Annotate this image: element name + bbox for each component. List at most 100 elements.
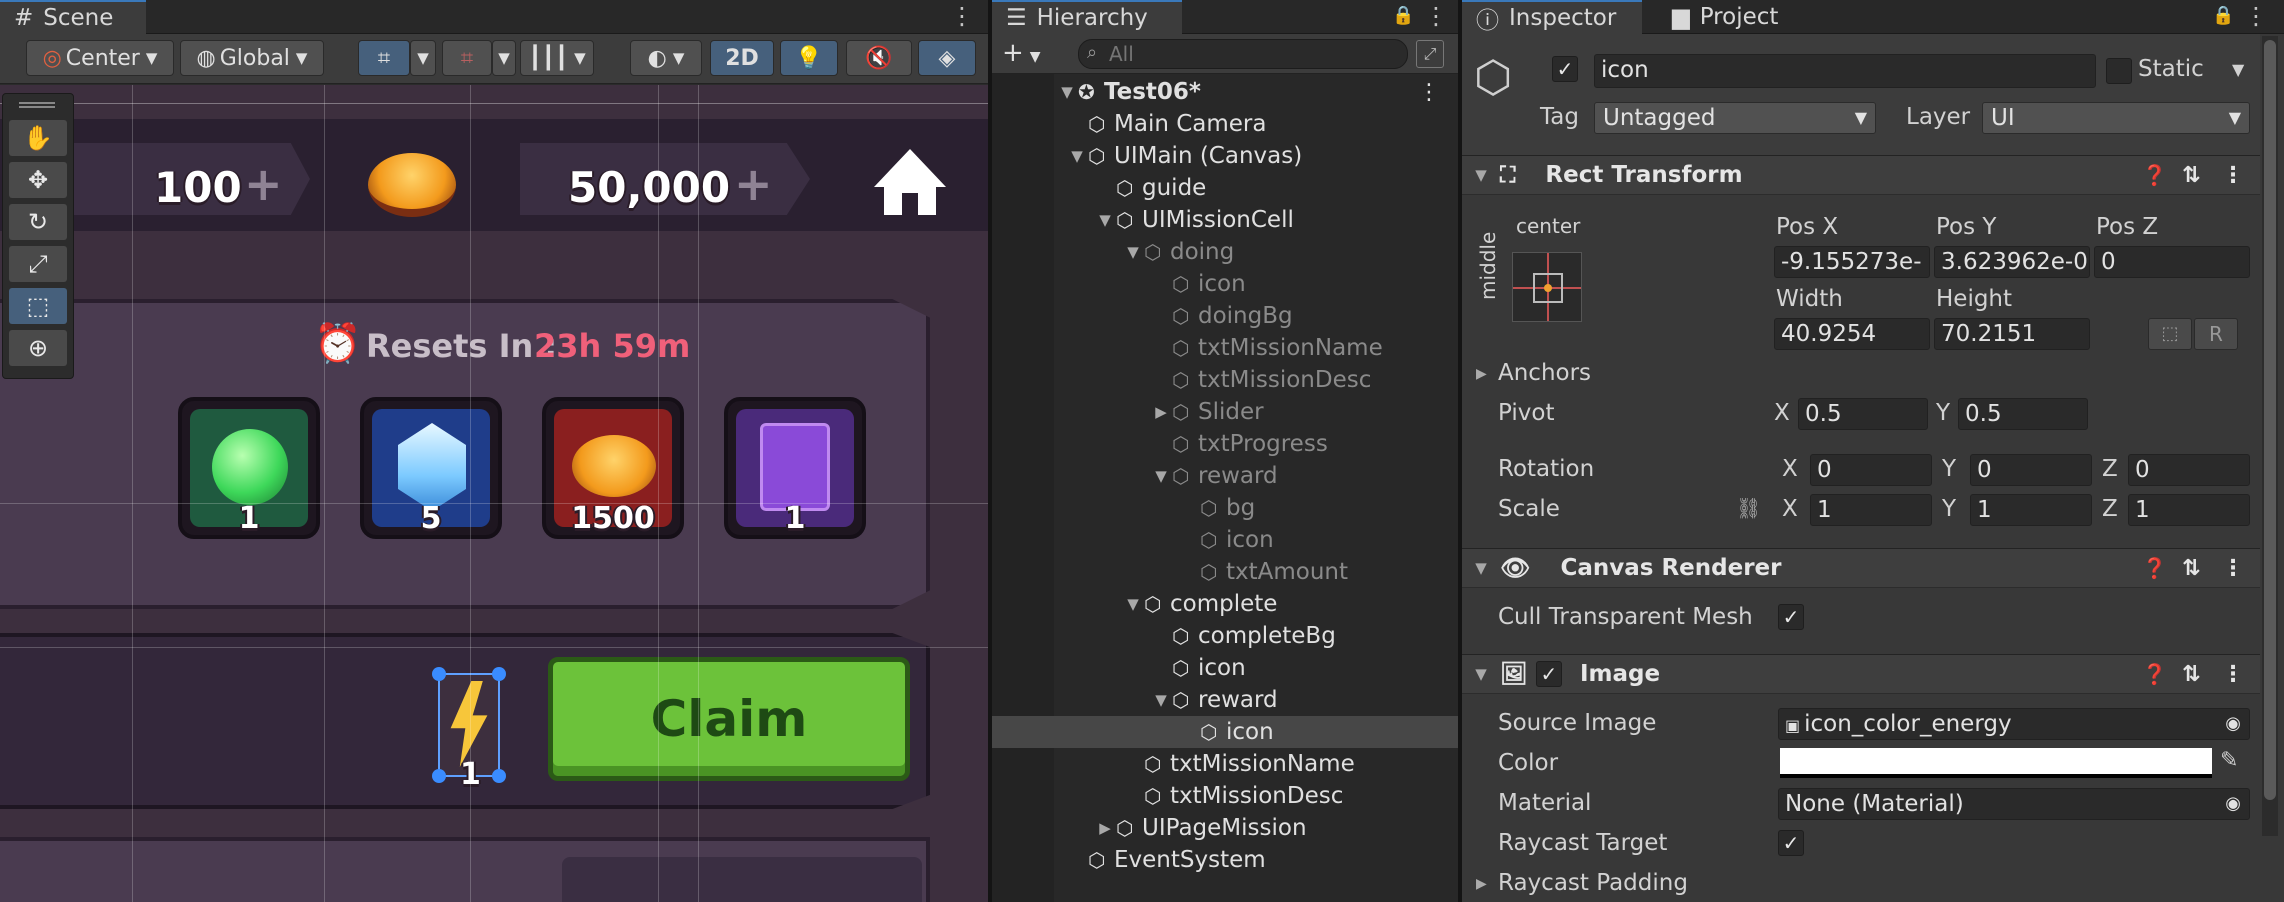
hierarchy-item[interactable]: ⬡ txtMissionName: [992, 332, 1458, 364]
hierarchy-item[interactable]: ⬡ Main Camera: [992, 108, 1458, 140]
inspector-scrollbar[interactable]: [2262, 36, 2278, 836]
hand-tool-button[interactable]: ✋: [9, 120, 67, 156]
grid-snap-dropdown[interactable]: ▼: [410, 40, 436, 76]
effects-toggle-button[interactable]: ◈: [918, 40, 976, 76]
ruler-button[interactable]: ┃┃┃ ▼: [520, 40, 594, 76]
hierarchy-item[interactable]: ⬡ txtMissionDesc: [992, 780, 1458, 812]
selection-handle-bl[interactable]: [432, 769, 446, 783]
hierarchy-item[interactable]: ⬡ bg: [992, 492, 1458, 524]
presets-icon[interactable]: ⇅: [2182, 662, 2200, 687]
increment-snap-button[interactable]: ⌗: [442, 40, 492, 76]
object-picker-icon[interactable]: ◉: [2225, 789, 2241, 819]
transform-tool-button[interactable]: ⊕: [9, 330, 67, 366]
help-icon[interactable]: ❓: [2142, 662, 2167, 686]
hierarchy-item[interactable]: ⬡ guide: [992, 172, 1458, 204]
raw-edit-button[interactable]: R: [2194, 318, 2238, 350]
scale-tool-button[interactable]: ⤢: [9, 246, 67, 282]
scene-menu-icon[interactable]: ⋮: [950, 4, 974, 28]
tab-scene[interactable]: # Scene: [0, 0, 146, 34]
hierarchy-item[interactable]: ⬡ doingBg: [992, 300, 1458, 332]
help-icon[interactable]: ❓: [2142, 556, 2167, 580]
fold-closed-icon[interactable]: ▶: [1152, 403, 1170, 421]
fold-open-icon[interactable]: ▼: [1124, 595, 1142, 613]
presets-icon[interactable]: ⇅: [2182, 163, 2200, 188]
hierarchy-lock-icon[interactable]: 🔒: [1392, 4, 1414, 28]
fold-open-icon[interactable]: ▼: [1068, 147, 1086, 165]
hierarchy-item[interactable]: ⬡ txtAmount: [992, 556, 1458, 588]
gameobject-cube-icon[interactable]: ⬡: [1474, 52, 1512, 103]
fold-open-icon[interactable]: ▼: [1152, 467, 1170, 485]
hud-coins-plus[interactable]: +: [734, 157, 773, 211]
pivot-y-field[interactable]: 0.5: [1958, 398, 2088, 430]
component-menu-icon[interactable]: ⋮: [2222, 662, 2244, 687]
canvas-renderer-header[interactable]: ▼ 👁 Canvas Renderer ❓ ⇅ ⋮: [1462, 548, 2260, 588]
fold-closed-icon[interactable]: ▶: [1096, 819, 1114, 837]
hierarchy-item[interactable]: ⬡ icon: [992, 652, 1458, 684]
move-tool-button[interactable]: ✥: [9, 162, 67, 198]
color-swatch[interactable]: [1780, 748, 2212, 778]
width-field[interactable]: 40.9254: [1774, 318, 1930, 350]
hierarchy-item[interactable]: ⬡ icon: [992, 524, 1458, 556]
hierarchy-item[interactable]: ▼ ⬡ doing: [992, 236, 1458, 268]
rect-transform-header[interactable]: ▼ ⛶ Rect Transform ❓ ⇅ ⋮: [1462, 155, 2260, 195]
hierarchy-item[interactable]: ⬡ EventSystem: [992, 844, 1458, 876]
increment-snap-dropdown[interactable]: ▼: [492, 40, 516, 76]
space-mode-dropdown[interactable]: ◍ Global ▼: [180, 40, 324, 76]
tag-dropdown[interactable]: Untagged ▼: [1594, 102, 1876, 134]
cull-transparent-checkbox[interactable]: ✓: [1778, 604, 1804, 630]
posx-field[interactable]: -9.155273e-: [1774, 246, 1930, 278]
hierarchy-item[interactable]: ▼ ⬡ UIMissionCell: [992, 204, 1458, 236]
material-field[interactable]: None (Material) ◉: [1778, 788, 2250, 820]
hierarchy-item[interactable]: ⬡ icon: [992, 716, 1458, 748]
hierarchy-search-box[interactable]: ⌕: [1078, 39, 1408, 69]
static-checkbox[interactable]: [2106, 58, 2132, 84]
shading-mode-button[interactable]: ◐ ▼: [630, 40, 702, 76]
selection-handle-tl[interactable]: [432, 667, 446, 681]
rotate-tool-button[interactable]: ↻: [9, 204, 67, 240]
scene-root-row[interactable]: ▼ ✪ Test06* ⋮: [992, 76, 1458, 108]
home-icon[interactable]: [874, 149, 946, 215]
component-menu-icon[interactable]: ⋮: [2222, 163, 2244, 188]
rot-z-field[interactable]: 0: [2128, 454, 2250, 486]
fold-open-icon[interactable]: ▼: [1096, 211, 1114, 229]
height-field[interactable]: 70.2151: [1934, 318, 2090, 350]
scene-menu-icon[interactable]: ⋮: [1418, 80, 1440, 105]
lighting-toggle-button[interactable]: 💡: [780, 40, 838, 76]
grid-snap-button[interactable]: ⌗: [358, 40, 410, 76]
inspector-lock-icon[interactable]: 🔒: [2212, 4, 2234, 28]
hierarchy-item[interactable]: ⬡ txtMissionDesc: [992, 364, 1458, 396]
layer-dropdown[interactable]: UI ▼: [1982, 102, 2250, 134]
raycast-target-checkbox[interactable]: ✓: [1778, 830, 1804, 856]
rect-tool-button[interactable]: ⬚: [9, 288, 67, 324]
constrain-proportions-icon[interactable]: ⛓: [1736, 496, 1761, 520]
source-image-field[interactable]: ▣ icon_color_energy ◉: [1778, 708, 2250, 740]
scene-viewport[interactable]: 100 + 50,000 + ⏰ Resets In : 23h 59m 1 5 1…: [0, 85, 988, 902]
audio-toggle-button[interactable]: 🔇: [846, 40, 912, 76]
tab-hierarchy[interactable]: ☰ Hierarchy: [992, 0, 1182, 34]
pivot-mode-dropdown[interactable]: ◎ Center ▼: [26, 40, 174, 76]
hierarchy-item[interactable]: ⬡ txtProgress: [992, 428, 1458, 460]
claim-button[interactable]: Claim: [548, 657, 910, 781]
posz-field[interactable]: 0: [2094, 246, 2250, 278]
name-field[interactable]: icon: [1594, 54, 2096, 88]
anchors-fold-icon[interactable]: ▶: [1476, 366, 1487, 382]
active-checkbox[interactable]: ✓: [1552, 56, 1578, 82]
raycast-padding-fold-icon[interactable]: ▶: [1476, 876, 1487, 892]
search-options-icon[interactable]: ⤢: [1416, 40, 1444, 68]
image-enabled-checkbox[interactable]: ✓: [1535, 661, 1562, 687]
rot-y-field[interactable]: 0: [1970, 454, 2092, 486]
hierarchy-item[interactable]: ▶ ⬡ Slider: [992, 396, 1458, 428]
hierarchy-item[interactable]: ▼ ⬡ complete: [992, 588, 1458, 620]
hierarchy-menu-icon[interactable]: ⋮: [1424, 4, 1448, 28]
scale-x-field[interactable]: 1: [1810, 494, 1932, 526]
hierarchy-search-input[interactable]: [1109, 42, 1389, 66]
hud-lives-plus[interactable]: +: [244, 157, 283, 211]
scale-y-field[interactable]: 1: [1970, 494, 2092, 526]
hierarchy-item[interactable]: ▶ ⬡ UIPageMission: [992, 812, 1458, 844]
blueprint-mode-button[interactable]: ⬚: [2148, 318, 2192, 350]
inspector-menu-icon[interactable]: ⋮: [2244, 4, 2268, 28]
pivot-x-field[interactable]: 0.5: [1798, 398, 1928, 430]
2d-toggle-button[interactable]: 2D: [710, 40, 774, 76]
help-icon[interactable]: ❓: [2142, 163, 2167, 187]
anchors-label[interactable]: Anchors: [1498, 360, 1591, 386]
